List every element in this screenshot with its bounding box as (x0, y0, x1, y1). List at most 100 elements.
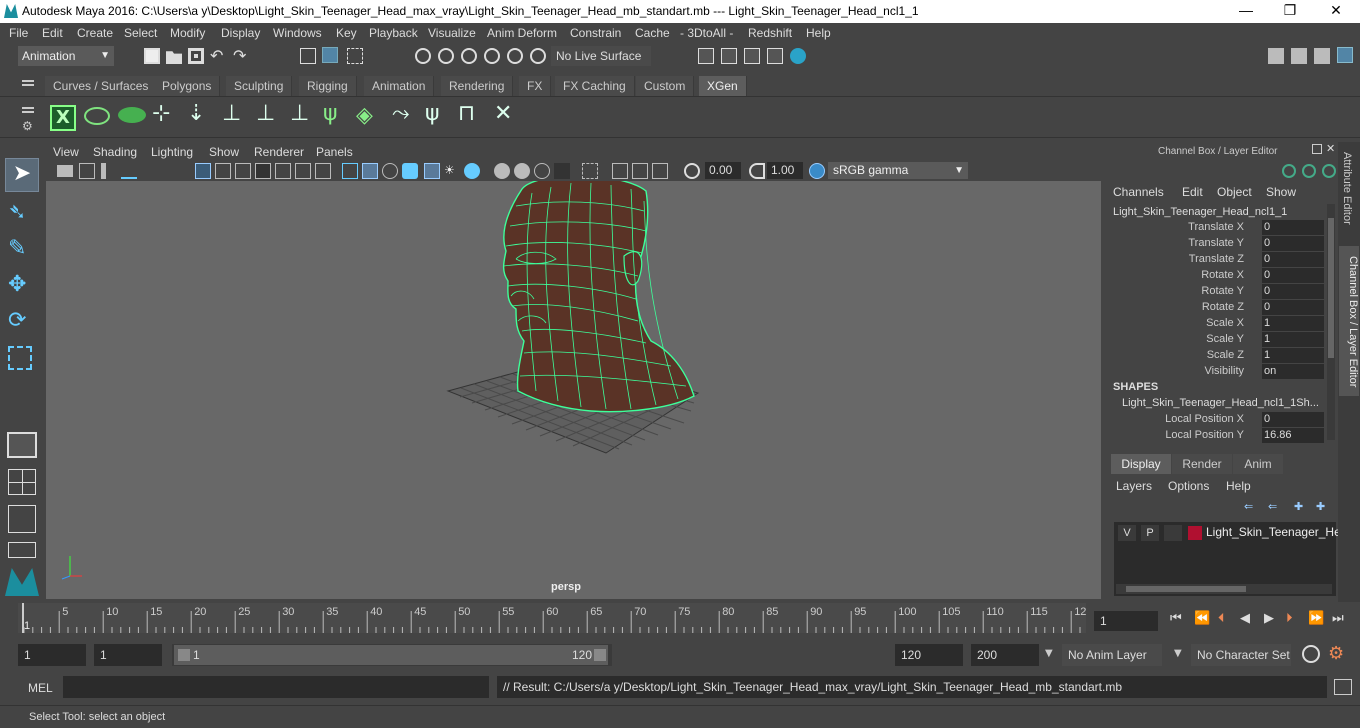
anim-layer-chevron-icon[interactable]: ▼ (1045, 648, 1053, 659)
channel-row[interactable]: Translate Z 0 (1106, 252, 1326, 268)
tab-polygons[interactable]: Polygons (154, 76, 221, 96)
tab-rendering[interactable]: Rendering (441, 76, 514, 96)
object-name[interactable]: Light_Skin_Teenager_Head_ncl1_1 (1113, 206, 1287, 218)
end-time-field[interactable]: 200 (971, 644, 1039, 666)
shadows-icon[interactable] (464, 163, 480, 179)
render-view-icon[interactable] (698, 48, 714, 64)
render-settings-icon[interactable] (767, 48, 783, 64)
range-slider-handle[interactable] (174, 645, 608, 665)
channel-value[interactable]: 0 (1262, 284, 1324, 299)
range-end-grip[interactable] (594, 649, 606, 661)
cb-menu-show[interactable]: Show (1266, 185, 1296, 199)
playback-start-field[interactable]: 1 (94, 644, 162, 666)
channel-scrollbar[interactable] (1327, 204, 1335, 440)
channel-value[interactable]: 0 (1262, 268, 1324, 283)
tab-fx[interactable]: FX (519, 76, 552, 96)
maximize-button[interactable]: ❐ (1280, 2, 1300, 19)
le-menu-options[interactable]: Options (1168, 479, 1209, 493)
menu-create[interactable]: Create (77, 26, 113, 40)
xgen-lock-guide-icon[interactable]: ⊥ (290, 101, 309, 126)
channel-value[interactable]: 0 (1262, 252, 1324, 267)
step-back-frame-icon[interactable]: ⏴ (1218, 611, 1225, 626)
channel-value[interactable]: 16.86 (1262, 428, 1324, 443)
exposure-field[interactable]: 0.00 (705, 162, 741, 179)
tab-fx-caching[interactable]: FX Caching (555, 76, 635, 96)
gamma-icon[interactable] (749, 163, 765, 179)
step-back-key-icon[interactable]: ⏪ (1194, 611, 1210, 626)
xgen-groom-icon[interactable]: ψ (323, 101, 338, 126)
layout-four-icon[interactable] (8, 469, 36, 495)
xgen-mesh-icon[interactable]: ◈ (356, 103, 373, 128)
channel-value[interactable]: 0 (1262, 236, 1324, 251)
open-scene-icon[interactable] (166, 51, 182, 64)
color-space-dropdown[interactable]: sRGB gamma ▼ (828, 162, 968, 179)
outliner-layout-icon[interactable] (8, 542, 36, 558)
scrollbar-thumb[interactable] (1328, 218, 1334, 358)
playback-end-field[interactable]: 120 (895, 644, 963, 666)
scene-view[interactable] (46, 181, 1101, 599)
xgen-add-guide-icon[interactable]: ⊹ (152, 101, 170, 126)
menu-key[interactable]: Key (336, 26, 357, 40)
xgen-preview-icon[interactable] (84, 107, 110, 125)
xgen-normalize-icon[interactable]: ⊓ (458, 101, 475, 126)
channel-box-help-icon[interactable] (1322, 164, 1336, 178)
menu-select[interactable]: Select (124, 26, 157, 40)
channel-value[interactable]: 0 (1262, 412, 1324, 427)
vp-menu-lighting[interactable]: Lighting (151, 145, 193, 159)
bookmark-icon[interactable] (101, 163, 117, 179)
le-menu-help[interactable]: Help (1226, 479, 1251, 493)
xgen-editor-icon[interactable]: X (50, 105, 76, 131)
channel-value[interactable]: 0 (1262, 300, 1324, 315)
tab-render[interactable]: Render (1172, 454, 1232, 474)
char-set-chevron-icon[interactable]: ▼ (1174, 648, 1182, 659)
camera-attributes-icon[interactable] (79, 163, 95, 179)
motion-blur-icon[interactable] (514, 163, 530, 179)
move-tool-icon[interactable]: ✥ (8, 272, 26, 297)
tab-sculpting[interactable]: Sculpting (226, 76, 293, 96)
new-layer-icon[interactable]: ✚ (1294, 500, 1303, 513)
channel-box-filter-icon[interactable] (1302, 164, 1316, 178)
range-slider[interactable]: 1 120 (172, 644, 612, 666)
save-scene-icon[interactable] (188, 48, 204, 64)
play-backward-icon[interactable]: ◀ (1240, 611, 1250, 626)
snap-view-icon[interactable] (484, 48, 500, 64)
step-forward-key-icon[interactable]: ⏩ (1308, 611, 1324, 626)
workspace-toggle-icon[interactable] (1268, 48, 1284, 64)
vp-menu-renderer[interactable]: Renderer (254, 145, 304, 159)
xgen-leaf-icon[interactable] (118, 107, 146, 123)
menu-cache[interactable]: Cache (635, 26, 670, 40)
minimize-button[interactable]: — (1236, 2, 1256, 18)
exposure-icon[interactable] (684, 163, 700, 179)
multisample-icon[interactable] (534, 163, 550, 179)
tab-channel-box[interactable]: Channel Box / Layer Editor (1339, 246, 1359, 396)
menu-help[interactable]: Help (806, 26, 831, 40)
close-panel-icon[interactable]: ✕ (1326, 142, 1335, 155)
tab-anim[interactable]: Anim (1233, 454, 1283, 474)
select-tool-icon[interactable]: ➤ (5, 158, 39, 192)
depth-of-field-icon[interactable] (554, 163, 570, 179)
tab-xgen[interactable]: XGen (699, 76, 747, 96)
modeling-toolkit-icon[interactable] (1291, 48, 1307, 64)
camera-select-icon[interactable] (57, 165, 73, 177)
snap-grid-icon[interactable] (415, 48, 431, 64)
backface-icon[interactable] (652, 163, 668, 179)
auto-key-icon[interactable] (1302, 645, 1320, 663)
shape-channel-row[interactable]: Local Position X 0 (1106, 412, 1326, 428)
menu-anim-deform[interactable]: Anim Deform (487, 26, 557, 40)
vp-menu-panels[interactable]: Panels (316, 145, 353, 159)
channel-row[interactable]: Scale X 1 (1106, 316, 1326, 332)
safe-action-icon[interactable] (295, 163, 311, 179)
screen-space-ao-icon[interactable] (494, 163, 510, 179)
menu-playback[interactable]: Playback (369, 26, 418, 40)
grid-toggle-icon[interactable] (195, 163, 211, 179)
play-forward-icon[interactable]: ▶ (1264, 611, 1274, 626)
tab-curves-surfaces[interactable]: Curves / Surfaces (45, 76, 158, 96)
close-button[interactable]: ✕ (1326, 2, 1346, 19)
render-frame-icon[interactable] (721, 48, 737, 64)
cb-menu-channels[interactable]: Channels (1113, 185, 1164, 199)
shape-channel-row[interactable]: Local Position Y 16.86 (1106, 428, 1326, 444)
color-management-icon[interactable] (809, 163, 825, 179)
head-mesh[interactable] (502, 181, 695, 413)
xray-icon[interactable] (424, 163, 440, 179)
select-hierarchy-icon[interactable] (300, 48, 316, 64)
